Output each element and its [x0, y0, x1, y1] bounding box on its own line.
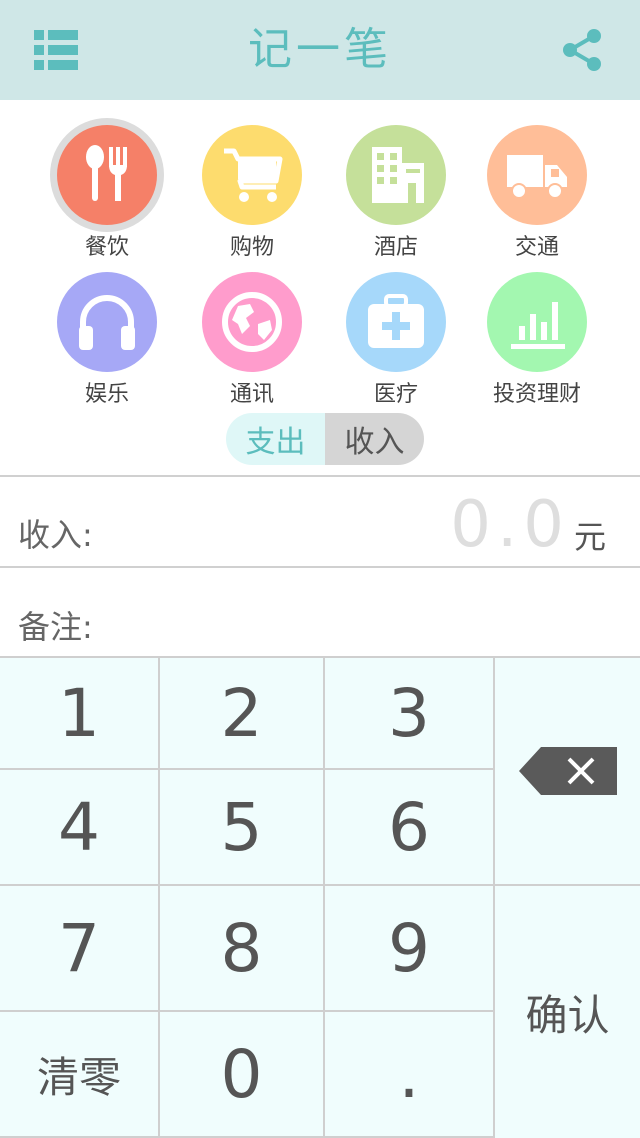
- key-1[interactable]: 1: [0, 658, 160, 770]
- key-2[interactable]: 2: [160, 658, 325, 770]
- type-toggle: 支出 收入: [226, 413, 424, 465]
- category-label: 购物: [229, 235, 274, 260]
- category-dining[interactable]: 餐饮: [47, 125, 167, 265]
- category-hotel[interactable]: 酒店: [336, 125, 456, 265]
- category-investment[interactable]: 投资理财: [477, 272, 597, 412]
- shopping-cart-icon: [202, 125, 302, 225]
- category-label: 酒店: [373, 235, 418, 260]
- confirm-button[interactable]: 确认: [495, 886, 640, 1138]
- category-label: 通讯: [229, 382, 274, 407]
- globe-icon: [202, 272, 302, 372]
- medical-kit-icon: [346, 272, 446, 372]
- backspace-icon: [518, 747, 617, 795]
- key-7[interactable]: 7: [0, 886, 160, 1012]
- page-title: 记一笔: [248, 24, 392, 75]
- fork-spoon-icon: [57, 125, 157, 225]
- toggle-income[interactable]: 收入: [325, 413, 424, 465]
- category-communication[interactable]: 通讯: [192, 272, 312, 412]
- clear-button[interactable]: 清零: [0, 1012, 160, 1138]
- category-label: 医疗: [373, 382, 418, 407]
- divider: [0, 475, 640, 477]
- category-label: 投资理财: [492, 382, 581, 407]
- key-9[interactable]: 9: [325, 886, 495, 1012]
- key-6[interactable]: 6: [325, 770, 495, 886]
- key-8[interactable]: 8: [160, 886, 325, 1012]
- toggle-expense[interactable]: 支出: [226, 413, 325, 465]
- amount-unit: 元: [574, 518, 607, 556]
- category-label: 娱乐: [84, 382, 129, 407]
- key-0[interactable]: 0: [160, 1012, 325, 1138]
- key-dot[interactable]: .: [325, 1012, 495, 1138]
- note-field[interactable]: 备注:: [18, 602, 93, 648]
- amount-label: 收入:: [18, 516, 93, 554]
- category-transport[interactable]: 交通: [477, 125, 597, 265]
- category-medical[interactable]: 医疗: [336, 272, 456, 412]
- hotel-building-icon: [346, 125, 446, 225]
- category-shopping[interactable]: 购物: [192, 125, 312, 265]
- category-label: 餐饮: [84, 235, 129, 260]
- number-keypad: 1 2 3 4 5 6 7 8 9 清零 0 . 确认: [0, 656, 640, 1138]
- truck-icon: [487, 125, 587, 225]
- amount-display[interactable]: 0.0: [380, 488, 570, 562]
- delete-button[interactable]: [495, 658, 640, 886]
- category-label: 交通: [514, 235, 559, 260]
- headphones-icon: [57, 272, 157, 372]
- divider: [0, 566, 640, 568]
- share-icon[interactable]: [560, 28, 604, 72]
- key-4[interactable]: 4: [0, 770, 160, 886]
- key-5[interactable]: 5: [160, 770, 325, 886]
- key-3[interactable]: 3: [325, 658, 495, 770]
- bar-chart-icon: [487, 272, 587, 372]
- category-entertainment[interactable]: 娱乐: [47, 272, 167, 412]
- header-bar: 记一笔: [0, 0, 640, 100]
